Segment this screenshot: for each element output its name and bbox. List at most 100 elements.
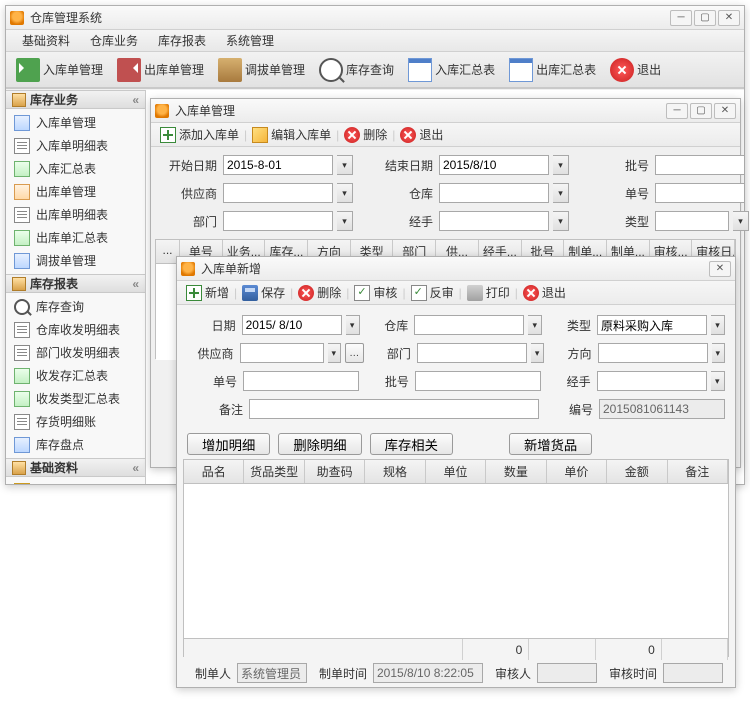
f-wh-drop[interactable]: ▾ — [528, 315, 542, 335]
list-close-button[interactable]: ✕ — [714, 103, 736, 119]
nav-入库单明细表[interactable]: 入库单明细表 — [6, 134, 145, 157]
add-tool-打印[interactable]: 打印 — [462, 282, 515, 303]
supplier-drop[interactable]: ▾ — [337, 183, 353, 203]
list-tool-编辑入库单[interactable]: 编辑入库单 — [247, 124, 336, 145]
chevron-icon[interactable]: « — [132, 277, 139, 291]
del-detail-button[interactable]: 删除明细 — [278, 433, 361, 455]
menu-report[interactable]: 库存报表 — [148, 29, 216, 52]
nav-库存查询[interactable]: 库存查询 — [6, 295, 145, 318]
nav-仓库收发明细表[interactable]: 仓库收发明细表 — [6, 318, 145, 341]
toolbar-出库单管理[interactable]: 出库单管理 — [111, 56, 210, 84]
list-tool-删除[interactable]: 删除 — [339, 124, 392, 145]
billno-input[interactable] — [655, 183, 745, 203]
nav-库存盘点[interactable]: 库存盘点 — [6, 433, 145, 456]
add-tool-删除[interactable]: 删除 — [293, 282, 346, 303]
add-tool-审核[interactable]: 审核 — [349, 282, 402, 303]
f-sup-combo[interactable] — [240, 343, 324, 363]
toolbar-退出[interactable]: 退出 — [604, 56, 667, 84]
toolbar-出库汇总表[interactable]: 出库汇总表 — [503, 56, 602, 84]
start-date-drop[interactable]: ▾ — [337, 155, 353, 175]
f-dir-combo[interactable] — [598, 343, 708, 363]
f-sup-drop[interactable]: ▾ — [328, 343, 341, 363]
newprod-button[interactable]: 新增货品 — [509, 433, 592, 455]
list-tool-退出[interactable]: 退出 — [395, 124, 448, 145]
col-header[interactable]: 货品类型 — [244, 460, 304, 483]
panel-head[interactable]: 库存业务« — [6, 90, 145, 109]
f-dir-drop[interactable]: ▾ — [712, 343, 725, 363]
add-tool-保存[interactable]: 保存 — [237, 282, 290, 303]
chevron-icon[interactable]: « — [132, 461, 139, 475]
ic-close-icon — [400, 127, 416, 143]
dept-combo[interactable] — [223, 211, 333, 231]
f-hand-drop[interactable]: ▾ — [711, 371, 725, 391]
handler-combo[interactable] — [439, 211, 549, 231]
warehouse-combo[interactable] — [439, 183, 549, 203]
f-date-input[interactable] — [242, 315, 342, 335]
f-dept-drop[interactable]: ▾ — [531, 343, 544, 363]
add-tool-新增[interactable]: 新增 — [181, 282, 234, 303]
menu-sys[interactable]: 系统管理 — [216, 29, 284, 52]
f-dept-combo[interactable] — [417, 343, 527, 363]
end-date-drop[interactable]: ▾ — [553, 155, 569, 175]
list-tool-添加入库单[interactable]: 添加入库单 — [155, 124, 244, 145]
col-header[interactable]: 备注 — [668, 460, 728, 483]
nav-存货明细账[interactable]: 存货明细账 — [6, 410, 145, 433]
handler-drop[interactable]: ▾ — [553, 211, 569, 231]
f-type-combo[interactable] — [597, 315, 707, 335]
toolbar-调拔单管理[interactable]: 调拔单管理 — [212, 56, 311, 84]
f-batch-input[interactable] — [415, 371, 541, 391]
nav-部门收发明细表[interactable]: 部门收发明细表 — [6, 341, 145, 364]
related-button[interactable]: 库存相关 — [370, 433, 453, 455]
col-header[interactable]: 单价 — [547, 460, 607, 483]
minimize-button[interactable]: ─ — [670, 10, 692, 26]
f-date-drop[interactable]: ▾ — [346, 315, 360, 335]
toolbar-入库汇总表[interactable]: 入库汇总表 — [402, 56, 501, 84]
chevron-icon[interactable]: « — [132, 93, 139, 107]
toolbar-库存查询[interactable]: 库存查询 — [313, 56, 400, 84]
toolbar-入库单管理[interactable]: 入库单管理 — [10, 56, 109, 84]
col-header[interactable]: 品名 — [184, 460, 244, 483]
nav-货品[interactable]: 货品 — [6, 479, 145, 484]
panel-head[interactable]: 基础资料« — [6, 458, 145, 477]
f-billno-input[interactable] — [243, 371, 359, 391]
detail-grid-body[interactable] — [184, 484, 728, 638]
supplier-combo[interactable] — [223, 183, 333, 203]
nav-出库单管理[interactable]: 出库单管理 — [6, 180, 145, 203]
nav-出库单汇总表[interactable]: 出库单汇总表 — [6, 226, 145, 249]
col-header[interactable]: 金额 — [607, 460, 667, 483]
batch-input[interactable] — [655, 155, 745, 175]
add-detail-button[interactable]: 增加明细 — [187, 433, 270, 455]
col-header[interactable]: 单位 — [426, 460, 486, 483]
warehouse-drop[interactable]: ▾ — [553, 183, 569, 203]
f-type-drop[interactable]: ▾ — [711, 315, 725, 335]
main-toolbar: 入库单管理出库单管理调拔单管理库存查询入库汇总表出库汇总表退出 — [6, 52, 744, 88]
nav-收发类型汇总表[interactable]: 收发类型汇总表 — [6, 387, 145, 410]
col-header[interactable]: 助查码 — [305, 460, 365, 483]
end-date-input[interactable] — [439, 155, 549, 175]
nav-调拔单管理[interactable]: 调拔单管理 — [6, 249, 145, 272]
nav-收发存汇总表[interactable]: 收发存汇总表 — [6, 364, 145, 387]
f-sup-lookup[interactable]: … — [345, 343, 364, 363]
menu-basic[interactable]: 基础资料 — [12, 29, 80, 52]
nav-入库汇总表[interactable]: 入库汇总表 — [6, 157, 145, 180]
f-wh-combo[interactable] — [414, 315, 524, 335]
menu-biz[interactable]: 仓库业务 — [80, 29, 148, 52]
f-hand-combo[interactable] — [597, 371, 707, 391]
nav-出库单明细表[interactable]: 出库单明细表 — [6, 203, 145, 226]
add-tool-退出[interactable]: 退出 — [518, 282, 571, 303]
panel-head[interactable]: 库存报表« — [6, 274, 145, 293]
add-tool-反审[interactable]: 反审 — [406, 282, 459, 303]
add-close-button[interactable]: ✕ — [709, 261, 731, 277]
list-minimize-button[interactable]: ─ — [666, 103, 688, 119]
maximize-button[interactable]: ▢ — [694, 10, 716, 26]
list-maximize-button[interactable]: ▢ — [690, 103, 712, 119]
nav-入库单管理[interactable]: 入库单管理 — [6, 111, 145, 134]
col-header[interactable]: 数量 — [486, 460, 546, 483]
start-date-input[interactable] — [223, 155, 333, 175]
type-combo[interactable] — [655, 211, 729, 231]
close-button[interactable]: ✕ — [718, 10, 740, 26]
col-header[interactable]: 规格 — [365, 460, 425, 483]
dept-drop[interactable]: ▾ — [337, 211, 353, 231]
type-drop[interactable]: ▾ — [733, 211, 749, 231]
f-remark-input[interactable] — [249, 399, 539, 419]
